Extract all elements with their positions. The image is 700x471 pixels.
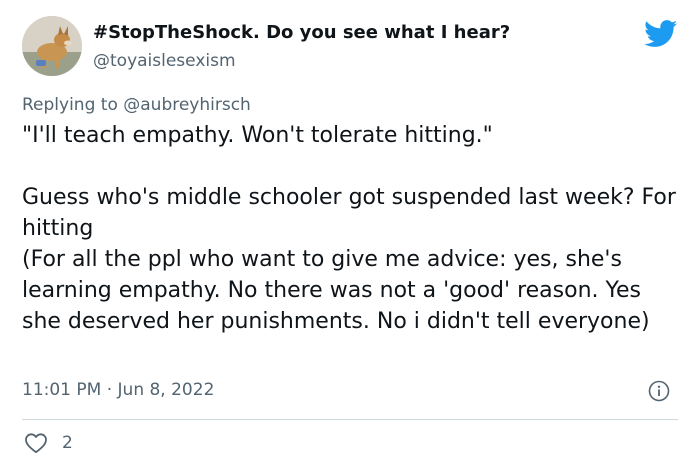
divider (22, 419, 678, 420)
info-icon[interactable] (648, 380, 670, 402)
tweet-paragraph-2: Guess who's middle schooler got suspende… (22, 185, 676, 241)
heart-icon[interactable] (24, 432, 48, 454)
dog-avatar-image (22, 16, 82, 76)
reply-context: Replying to @aubreyhirsch (22, 95, 251, 115)
like-count: 2 (62, 433, 73, 453)
tweet-text: "I'll teach empathy. Won't tolerate hitt… (22, 120, 682, 337)
display-name[interactable]: #StopTheShock. Do you see what I hear? (93, 22, 510, 43)
twitter-bird-icon[interactable] (644, 20, 678, 48)
reply-prefix: Replying to (22, 95, 124, 115)
user-handle[interactable]: @toyaislesexism (93, 51, 236, 71)
tweet-paragraph-1: "I'll teach empathy. Won't tolerate hitt… (22, 123, 493, 148)
tweet-timestamp[interactable]: 11:01 PM · Jun 8, 2022 (22, 380, 214, 400)
avatar[interactable] (22, 16, 82, 76)
tweet-paragraph-3: (For all the ppl who want to give me adv… (22, 247, 650, 334)
reply-mention-link[interactable]: @aubreyhirsch (123, 95, 251, 115)
